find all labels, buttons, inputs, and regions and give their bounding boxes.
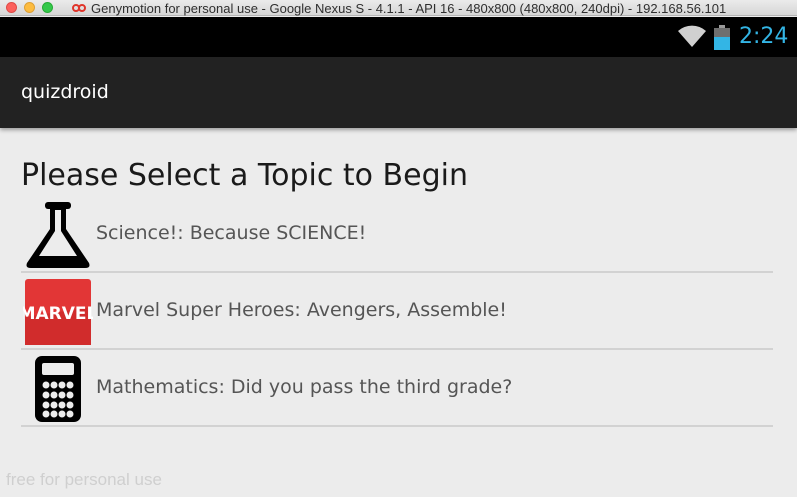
app-title: quizdroid [21, 81, 109, 103]
calculator-icon [35, 356, 81, 422]
android-status-bar: 2:24 [0, 17, 797, 57]
status-clock: 2:24 [739, 24, 789, 49]
topic-label: Mathematics: Did you pass the third grad… [96, 376, 513, 398]
topic-list: Science!: Because SCIENCE! MARVEL Marvel… [21, 196, 773, 427]
page-heading: Please Select a Topic to Begin [21, 158, 468, 193]
topic-item-marvel[interactable]: MARVEL Marvel Super Heroes: Avengers, As… [21, 273, 773, 350]
flask-icon [26, 202, 90, 268]
minimize-window-button[interactable] [24, 2, 35, 13]
window-title: Genymotion for personal use - Google Nex… [91, 0, 727, 16]
topic-label: Marvel Super Heroes: Avengers, Assemble! [96, 299, 507, 321]
zoom-window-button[interactable] [42, 2, 53, 13]
watermark-text: free for personal use [6, 470, 162, 489]
wifi-icon [678, 25, 706, 47]
topic-label: Science!: Because SCIENCE! [96, 222, 367, 244]
topic-item-mathematics[interactable]: Mathematics: Did you pass the third grad… [21, 350, 773, 427]
window-controls [6, 2, 53, 13]
main-content: Please Select a Topic to Begin Science!:… [0, 128, 797, 497]
action-bar: quizdroid [0, 57, 797, 128]
window-titlebar: Genymotion for personal use - Google Nex… [0, 0, 797, 16]
topic-item-science[interactable]: Science!: Because SCIENCE! [21, 196, 773, 273]
marvel-logo-icon: MARVEL [23, 279, 93, 345]
battery-icon [714, 25, 730, 50]
marvel-logo-text: MARVEL [23, 304, 93, 324]
genymotion-logo-icon [72, 3, 86, 13]
close-window-button[interactable] [6, 2, 17, 13]
